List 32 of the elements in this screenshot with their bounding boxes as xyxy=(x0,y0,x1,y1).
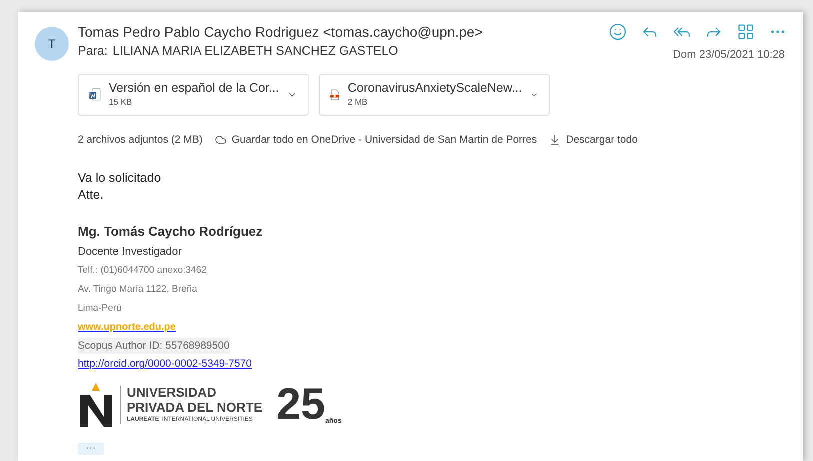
save-onedrive-button[interactable]: Guardar todo en OneDrive - Universidad de San Martin de Porres xyxy=(214,132,538,148)
message-text: Va lo solicitado xyxy=(78,170,162,188)
attachment-card[interactable]: CoronavirusAnxietyScaleNew... 2 MB xyxy=(319,74,550,116)
avatar: T xyxy=(35,27,69,61)
signature-name: Mg. Tomás Caycho Rodríguez xyxy=(78,223,263,242)
scopus-id: Scopus Author ID: 55768989500 xyxy=(78,338,230,354)
recipient: LILIANA MARIA ELIZABETH SANCHEZ GASTELO xyxy=(112,43,398,60)
emoji-icon[interactable] xyxy=(609,23,627,41)
download-icon xyxy=(549,134,562,146)
show-more-button[interactable]: ··· xyxy=(78,443,104,456)
orcid-link[interactable]: http://orcid.org/0000-0002-5349-7570 xyxy=(78,355,252,374)
logo-text: UNIVERSIDAD xyxy=(127,385,218,400)
message-text: Atte. xyxy=(78,187,105,204)
attachment-size: 15 KB xyxy=(109,96,134,108)
date: Dom 23/05/2021 10:28 xyxy=(673,48,785,63)
attachment-count: 2 archivos adjuntos (2 MB) xyxy=(78,132,203,148)
attachment-size: 2 MB xyxy=(348,96,369,108)
to-label: Para: xyxy=(78,43,108,60)
logo-text: PRIVADA DEL NORTE xyxy=(127,400,263,416)
signature-city: Lima-Perú xyxy=(78,302,122,316)
cloud-icon xyxy=(214,134,227,146)
anniversary-number: 25 xyxy=(276,383,326,428)
attachment-name: Versión en español de la Cor... xyxy=(109,80,280,94)
attachment-card[interactable]: Versión en español de la Cor... 15 KB xyxy=(78,74,309,116)
attachment-name: CoronavirusAnxietyScaleNew... xyxy=(348,80,522,94)
apps-icon[interactable] xyxy=(737,23,755,41)
signature-phone: Telf.: (01)6044700 anexo:3462 xyxy=(78,264,207,278)
signature-role: Docente Investigador xyxy=(78,245,182,260)
logo-icon xyxy=(78,381,114,430)
sender: Tomas Pedro Pablo Caycho Rodriguez <tomas.caycho@upn.pe> xyxy=(78,23,483,42)
signature-address: Av. Tingo María 1122, Breña xyxy=(78,283,198,298)
download-all-button[interactable]: Descargar todo xyxy=(549,132,638,148)
